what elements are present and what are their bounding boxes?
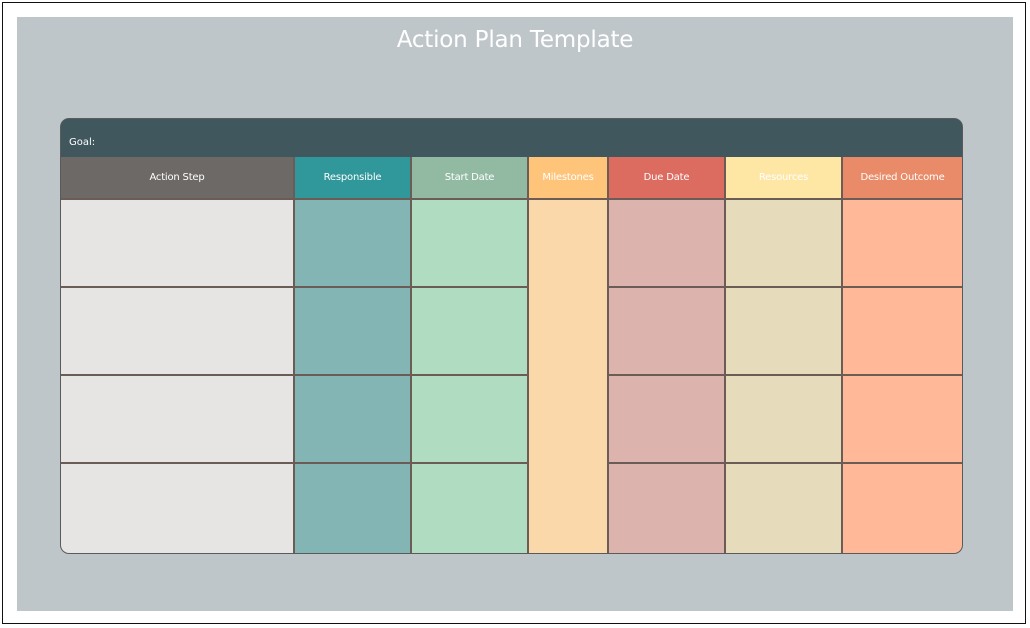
action-plan-board: Goal: Action Step Responsible Start Date…	[61, 119, 962, 553]
cell-action-step[interactable]	[61, 376, 295, 464]
cell-due-date[interactable]	[609, 376, 726, 464]
cell-desired-outcome[interactable]	[843, 376, 962, 464]
cell-start-date[interactable]	[412, 464, 529, 553]
action-plan-table: Action Step Responsible Start Date Miles…	[61, 157, 962, 553]
cell-resources[interactable]	[726, 200, 843, 288]
header-start-date: Start Date	[412, 157, 529, 200]
cell-due-date[interactable]	[609, 464, 726, 553]
cell-desired-outcome[interactable]	[843, 200, 962, 288]
cell-desired-outcome[interactable]	[843, 464, 962, 553]
header-action-step: Action Step	[61, 157, 295, 200]
cell-action-step[interactable]	[61, 464, 295, 553]
header-milestones: Milestones	[529, 157, 609, 200]
cell-desired-outcome[interactable]	[843, 288, 962, 376]
cell-responsible[interactable]	[295, 200, 412, 288]
cell-due-date[interactable]	[609, 200, 726, 288]
cell-action-step[interactable]	[61, 200, 295, 288]
cell-resources[interactable]	[726, 288, 843, 376]
cell-start-date[interactable]	[412, 288, 529, 376]
header-resources: Resources	[726, 157, 843, 200]
cell-resources[interactable]	[726, 464, 843, 553]
cell-start-date[interactable]	[412, 376, 529, 464]
header-desired-outcome: Desired Outcome	[843, 157, 962, 200]
goal-bar[interactable]: Goal:	[61, 119, 962, 157]
cell-due-date[interactable]	[609, 288, 726, 376]
page-title: Action Plan Template	[396, 27, 634, 53]
cell-start-date[interactable]	[412, 200, 529, 288]
goal-label: Goal:	[69, 137, 96, 148]
cell-responsible[interactable]	[295, 464, 412, 553]
cell-responsible[interactable]	[295, 376, 412, 464]
cell-action-step[interactable]	[61, 288, 295, 376]
cell-milestones[interactable]	[529, 200, 609, 553]
header-responsible: Responsible	[295, 157, 412, 200]
cell-resources[interactable]	[726, 376, 843, 464]
cell-responsible[interactable]	[295, 288, 412, 376]
header-due-date: Due Date	[609, 157, 726, 200]
